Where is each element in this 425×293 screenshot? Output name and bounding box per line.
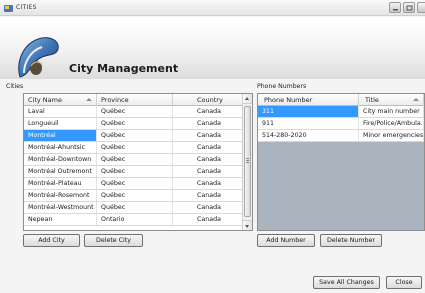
table-row[interactable]: Montréal Québec Canada (24, 130, 243, 142)
table-cell: Canada (173, 130, 243, 141)
phones-grid-body: 311 City main number 911 Fire/Police/Ambula… (258, 106, 424, 142)
table-cell: Canada (173, 154, 243, 165)
column-header-label: Province (101, 96, 129, 104)
table-cell: Montréal-Westmount (24, 202, 97, 213)
phones-grid[interactable]: Phone Number Title 311 City main number 91… (257, 93, 425, 231)
minimize-button[interactable] (389, 2, 401, 13)
table-cell: Canada (173, 142, 243, 153)
table-cell: Québec (97, 118, 173, 129)
table-cell: 311 (258, 106, 359, 117)
table-row[interactable]: 514-280-2020 Minor emergencies (258, 130, 424, 142)
column-header-label: Phone Number (264, 96, 313, 104)
cities-grid-body: Laval Québec Canada Longueuil Québec Canada Mo… (24, 106, 243, 226)
grip-icon (246, 160, 249, 161)
table-cell: Canada (173, 118, 243, 129)
table-row[interactable]: 911 Fire/Police/Ambula... (258, 118, 424, 130)
table-cell: Québec (97, 130, 173, 141)
cities-grid[interactable]: City Name Province Country Laval Québec Ca… (23, 93, 253, 231)
table-cell: Montréal-Downtown (24, 154, 97, 165)
table-row[interactable]: Longueuil Québec Canada (24, 118, 243, 130)
scroll-up-button[interactable] (243, 94, 252, 104)
table-cell: Montréal-Rosemont (24, 190, 97, 201)
arrow-up-icon (245, 97, 249, 100)
table-row[interactable]: Montréal-Ahuntsic Québec Canada (24, 142, 243, 154)
delete-number-button[interactable]: Delete Number (320, 234, 382, 247)
table-cell: Montréal (24, 130, 97, 141)
table-cell: Canada (173, 190, 243, 201)
table-cell: Longueuil (24, 118, 97, 129)
column-header-label: Title (365, 96, 379, 104)
column-header-label: Country (197, 96, 223, 104)
table-cell: Québec (97, 154, 173, 165)
table-row[interactable]: Montréal-Westmount Québec Canada (24, 202, 243, 214)
cities-scrollbar[interactable] (242, 94, 252, 230)
table-cell: Ontario (97, 214, 173, 225)
table-cell: Montréal-Ahuntsic (24, 142, 97, 153)
column-header-province[interactable]: Province (97, 94, 173, 106)
table-row[interactable]: 311 City main number (258, 106, 424, 118)
table-row[interactable]: Laval Québec Canada (24, 106, 243, 118)
phones-grid-header: Phone Number Title (258, 94, 424, 106)
column-header-country[interactable]: Country (173, 94, 243, 106)
table-cell: Canada (173, 166, 243, 177)
table-cell: 514-280-2020 (258, 130, 359, 141)
arrow-down-icon (245, 225, 249, 228)
table-row[interactable]: Montréal-Downtown Québec Canada (24, 154, 243, 166)
sort-ascending-icon (413, 98, 419, 101)
column-header-title[interactable]: Title (359, 94, 424, 106)
column-header-label: City Name (28, 96, 62, 104)
app-icon (4, 5, 13, 12)
table-cell: City main number (359, 106, 424, 117)
close-window-button[interactable] (417, 2, 425, 13)
cities-group-label: Cities (6, 83, 24, 90)
table-row[interactable]: Montréal-Plateau Québec Canada (24, 178, 243, 190)
table-cell: Canada (173, 202, 243, 213)
phones-group-label: Phone Numbers (257, 83, 307, 90)
column-header-city-name[interactable]: City Name (24, 94, 97, 106)
table-cell: Québec (97, 190, 173, 201)
table-cell: Laval (24, 106, 97, 117)
table-row[interactable]: Nepean Ontario Canada (24, 214, 243, 226)
close-button[interactable]: Close (386, 276, 422, 289)
add-city-button[interactable]: Add City (23, 234, 80, 247)
table-cell: Québec (97, 142, 173, 153)
table-cell: Canada (173, 106, 243, 117)
add-number-button[interactable]: Add Number (257, 234, 315, 247)
table-cell: Québec (97, 202, 173, 213)
maximize-icon (406, 5, 413, 11)
column-header-phone-number[interactable]: Phone Number (258, 94, 359, 106)
grip-icon (246, 162, 249, 163)
table-cell: Québec (97, 106, 173, 117)
window-title: CITIES (16, 4, 37, 11)
table-cell: Montréal Outremont (24, 166, 97, 177)
cities-grid-header: City Name Province Country (24, 94, 243, 106)
table-cell: Canada (173, 214, 243, 225)
app-window: CITIES City Management Cities City Name … (0, 0, 425, 293)
maximize-button[interactable] (403, 2, 415, 13)
save-all-changes-button[interactable]: Save All Changes (313, 276, 380, 289)
title-bar: CITIES (0, 0, 425, 16)
table-cell: Québec (97, 166, 173, 177)
table-cell: Fire/Police/Ambula... (359, 118, 424, 129)
table-cell: 911 (258, 118, 359, 129)
table-cell: Québec (97, 178, 173, 189)
table-cell: Nepean (24, 214, 97, 225)
city-logo-icon (18, 37, 59, 78)
minimize-icon (393, 9, 398, 11)
page-title: City Management (69, 62, 179, 75)
table-cell: Minor emergencies (359, 130, 424, 141)
table-cell: Canada (173, 178, 243, 189)
grip-icon (246, 158, 249, 159)
table-row[interactable]: Montréal-Rosemont Québec Canada (24, 190, 243, 202)
table-row[interactable]: Montréal Outremont Québec Canada (24, 166, 243, 178)
scroll-down-button[interactable] (243, 220, 252, 230)
table-cell: Montréal-Plateau (24, 178, 97, 189)
delete-city-button[interactable]: Delete City (84, 234, 143, 247)
sort-ascending-icon (86, 98, 92, 101)
header-banner: City Management (0, 17, 425, 79)
scroll-thumb[interactable] (244, 106, 251, 217)
